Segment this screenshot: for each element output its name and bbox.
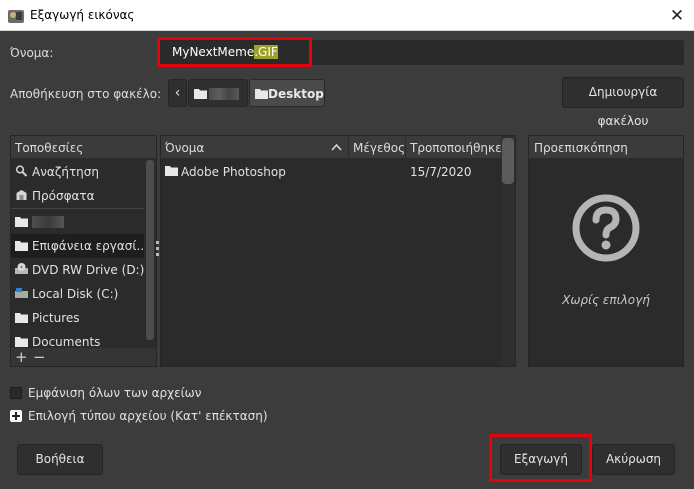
places-separator: [11, 208, 144, 209]
place-item-recent[interactable]: Πρόσφατα: [11, 184, 144, 208]
place-item-local-disk[interactable]: Local Disk (C:): [11, 282, 144, 306]
highlight-box-export: [489, 434, 592, 482]
add-place-icon[interactable]: +: [15, 348, 28, 366]
place-item-label: Πρόσφατα: [32, 189, 95, 203]
folder-icon: [15, 217, 28, 227]
create-folder-button[interactable]: Δημιουργία φακέλου: [562, 77, 684, 128]
disk-icon: [15, 288, 28, 298]
place-item-user-folder[interactable]: [11, 210, 144, 234]
sort-ascending-icon: [331, 143, 342, 151]
place-item-desktop[interactable]: Επιφάνεια εργασί...: [11, 234, 144, 258]
window-title: Εξαγωγή εικόνας: [30, 8, 135, 22]
file-name: Adobe Photoshop: [181, 165, 286, 179]
folder-icon: [165, 166, 178, 176]
recent-icon: [16, 190, 27, 200]
close-icon[interactable]: ✕: [664, 4, 690, 28]
place-item-label: DVD RW Drive (D:): [32, 263, 144, 277]
file-row[interactable]: Adobe Photoshop 15/7/2020: [161, 161, 501, 183]
places-panel: Τοποθεσίες Αναζήτηση Πρόσφατα Επιφάνεια …: [10, 135, 157, 367]
pane-splitter-handle[interactable]: [156, 241, 159, 261]
path-back-button[interactable]: ‹: [168, 79, 187, 107]
preview-header: Προεπισκόπηση: [529, 136, 683, 159]
place-item-label: Local Disk (C:): [32, 287, 119, 301]
place-item-dvd-drive[interactable]: DVD RW Drive (D:): [11, 258, 144, 282]
save-in-folder-label: Αποθήκευση στο φακέλο:: [10, 87, 162, 101]
column-header-modified[interactable]: Τροποποιήθηκε: [406, 136, 501, 159]
title-bar: Εξαγωγή εικόνας ✕: [0, 0, 694, 31]
place-item-search[interactable]: Αναζήτηση: [11, 160, 144, 184]
preview-panel: Προεπισκόπηση Χωρίς επιλογή: [528, 135, 684, 367]
places-footer: + −: [11, 348, 156, 366]
no-selection-text: Χωρίς επιλογή: [562, 293, 650, 307]
show-all-files-checkbox[interactable]: Εμφάνιση όλων των αρχείων: [10, 386, 201, 400]
name-label: Όνομα:: [10, 46, 54, 60]
path-segment-label: Desktop: [268, 87, 324, 101]
expand-plus-icon[interactable]: [10, 410, 22, 422]
places-header: Τοποθεσίες: [11, 136, 156, 159]
remove-place-icon[interactable]: −: [33, 348, 46, 366]
column-header-size[interactable]: Μέγεθος: [349, 136, 406, 159]
folder-icon: [15, 337, 28, 347]
search-icon: [15, 165, 28, 177]
cancel-button[interactable]: Ακύρωση: [592, 444, 675, 475]
select-file-type-expander[interactable]: Επιλογή τύπου αρχείου (Κατ' επέκταση): [10, 409, 268, 423]
place-item-label: Pictures: [32, 311, 80, 325]
gimp-app-icon: [8, 10, 24, 23]
file-modified: 15/7/2020: [410, 165, 472, 179]
file-list: Όνομα Μέγεθος Τροποποιήθηκε Adobe Photos…: [160, 135, 516, 367]
place-item-label: Αναζήτηση: [32, 165, 99, 179]
redacted-place-name: [32, 216, 64, 228]
place-item-pictures[interactable]: Pictures: [11, 306, 144, 330]
dvd-drive-icon: [15, 263, 28, 274]
redacted-folder-name: [209, 88, 239, 100]
path-segment-parent[interactable]: [188, 79, 248, 107]
places-scrollbar[interactable]: [146, 160, 154, 340]
question-icon: [572, 194, 640, 262]
path-segment-desktop[interactable]: Desktop: [249, 79, 325, 107]
column-header-name[interactable]: Όνομα: [161, 136, 349, 159]
place-item-label: Documents: [32, 335, 101, 349]
folder-icon: [194, 89, 207, 99]
help-button[interactable]: Βοήθεια: [17, 444, 103, 475]
file-list-scrollbar[interactable]: [502, 138, 514, 184]
folder-icon: [255, 89, 268, 99]
select-file-type-label: Επιλογή τύπου αρχείου (Κατ' επέκταση): [28, 409, 268, 423]
place-item-label: Επιφάνεια εργασί...: [32, 239, 144, 253]
folder-icon: [15, 241, 28, 251]
show-all-files-label: Εμφάνιση όλων των αρχείων: [28, 386, 202, 400]
highlight-box-filename: [157, 37, 312, 67]
checkbox-unchecked[interactable]: [10, 387, 22, 399]
folder-icon: [15, 313, 28, 323]
file-list-header: Όνομα Μέγεθος Τροποποιήθηκε: [161, 136, 515, 159]
